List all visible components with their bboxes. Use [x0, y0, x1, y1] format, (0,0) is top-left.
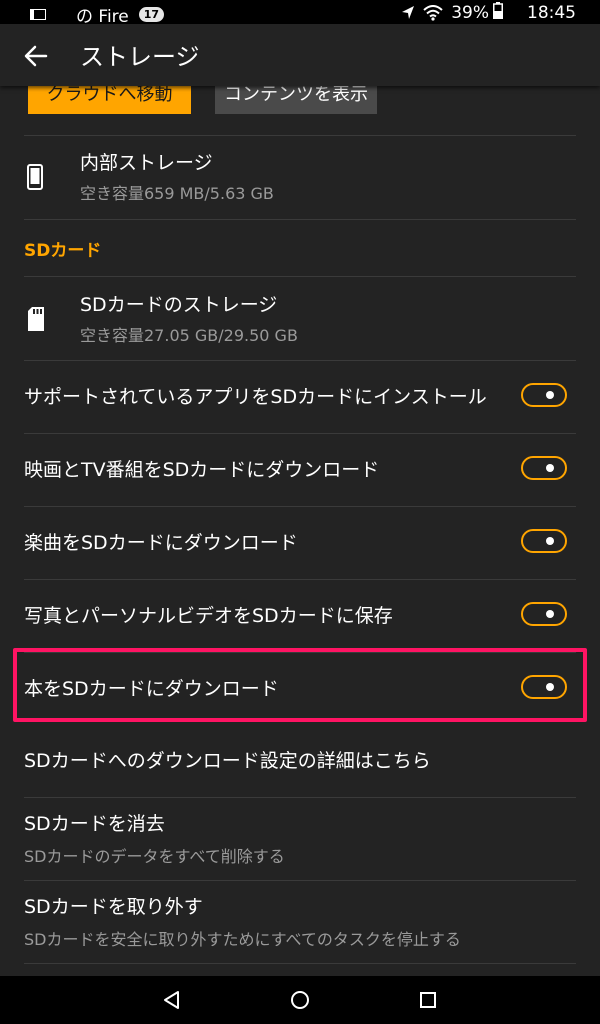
- move-to-cloud-button[interactable]: クラウドへ移動: [28, 86, 191, 114]
- sd-storage-row[interactable]: SDカードのストレージ 空き容量27.05 GB/29.50 GB: [0, 280, 600, 360]
- eject-sd-subtitle: SDカードを安全に取り外すためにすべてのタスクを停止する: [24, 930, 461, 949]
- divider: [24, 276, 576, 277]
- erase-sd-row[interactable]: SDカードを消去 SDカードのデータをすべて削除する: [0, 797, 600, 877]
- navigation-bar: [0, 976, 600, 1024]
- divider: [24, 963, 576, 964]
- internal-storage-row[interactable]: 内部ストレージ 空き容量659 MB/5.63 GB: [0, 138, 600, 218]
- music-toggle[interactable]: [521, 529, 567, 553]
- internal-storage-title: 内部ストレージ: [80, 152, 213, 174]
- sd-card-icon: [26, 306, 46, 336]
- battery-icon: [493, 2, 503, 24]
- location-icon: [401, 5, 415, 21]
- toggle-knob: [546, 537, 554, 545]
- show-content-button[interactable]: コンテンツを表示: [215, 86, 377, 114]
- toggle-label: 写真とパーソナルビデオをSDカードに保存: [24, 605, 393, 627]
- toggle-row-install-apps[interactable]: サポートされているアプリをSDカードにインストール: [0, 360, 600, 432]
- back-triangle-icon[interactable]: [160, 988, 184, 1012]
- sd-storage-title: SDカードのストレージ: [80, 294, 278, 316]
- eject-sd-row[interactable]: SDカードを取り外す SDカードを安全に取り外すためにすべてのタスクを停止する: [0, 880, 600, 960]
- toggle-label: サポートされているアプリをSDカードにインストール: [24, 386, 487, 408]
- app-bar: ストレージ: [0, 24, 600, 86]
- divider: [24, 135, 576, 136]
- recents-square-icon[interactable]: [416, 988, 440, 1012]
- home-circle-icon[interactable]: [288, 988, 312, 1012]
- battery-percent: 39%: [451, 3, 489, 23]
- toggle-row-music[interactable]: 楽曲をSDカードにダウンロード: [0, 506, 600, 578]
- toggle-knob: [546, 610, 554, 618]
- toggle-knob: [546, 464, 554, 472]
- toggle-row-movies-tv[interactable]: 映画とTV番組をSDカードにダウンロード: [0, 433, 600, 505]
- page-title: ストレージ: [80, 43, 200, 71]
- erase-sd-title: SDカードを消去: [24, 813, 165, 835]
- eject-sd-title: SDカードを取り外す: [24, 896, 203, 918]
- toggle-knob: [546, 391, 554, 399]
- sd-card-section-header: SDカード: [24, 241, 102, 261]
- divider: [24, 219, 576, 220]
- toggle-row-photos-videos[interactable]: 写真とパーソナルビデオをSDカードに保存: [0, 579, 600, 651]
- status-bar: の Fire 17 39% 18:45: [0, 0, 600, 27]
- toggle-label: 楽曲をSDカードにダウンロード: [24, 532, 298, 554]
- highlight-box: [13, 648, 587, 722]
- notification-count-badge: 17: [138, 7, 165, 22]
- wifi-icon: [423, 5, 443, 21]
- back-arrow-icon[interactable]: [22, 42, 50, 70]
- notification-icon: [30, 9, 46, 20]
- settings-content[interactable]: クラウドへ移動 コンテンツを表示 内部ストレージ 空き容量659 MB/5.63…: [0, 86, 600, 976]
- install-apps-toggle[interactable]: [521, 383, 567, 407]
- download-settings-details-link[interactable]: SDカードへのダウンロード設定の詳細はこちら: [24, 746, 431, 773]
- photos-videos-toggle[interactable]: [521, 602, 567, 626]
- movies-tv-toggle[interactable]: [521, 456, 567, 480]
- sd-storage-free-space: 空き容量27.05 GB/29.50 GB: [80, 326, 298, 345]
- toggle-label: 映画とTV番組をSDカードにダウンロード: [24, 459, 380, 481]
- phone-icon: [26, 164, 44, 194]
- internal-storage-free-space: 空き容量659 MB/5.63 GB: [80, 184, 274, 203]
- clock: 18:45: [527, 3, 576, 23]
- erase-sd-subtitle: SDカードのデータをすべて削除する: [24, 847, 285, 866]
